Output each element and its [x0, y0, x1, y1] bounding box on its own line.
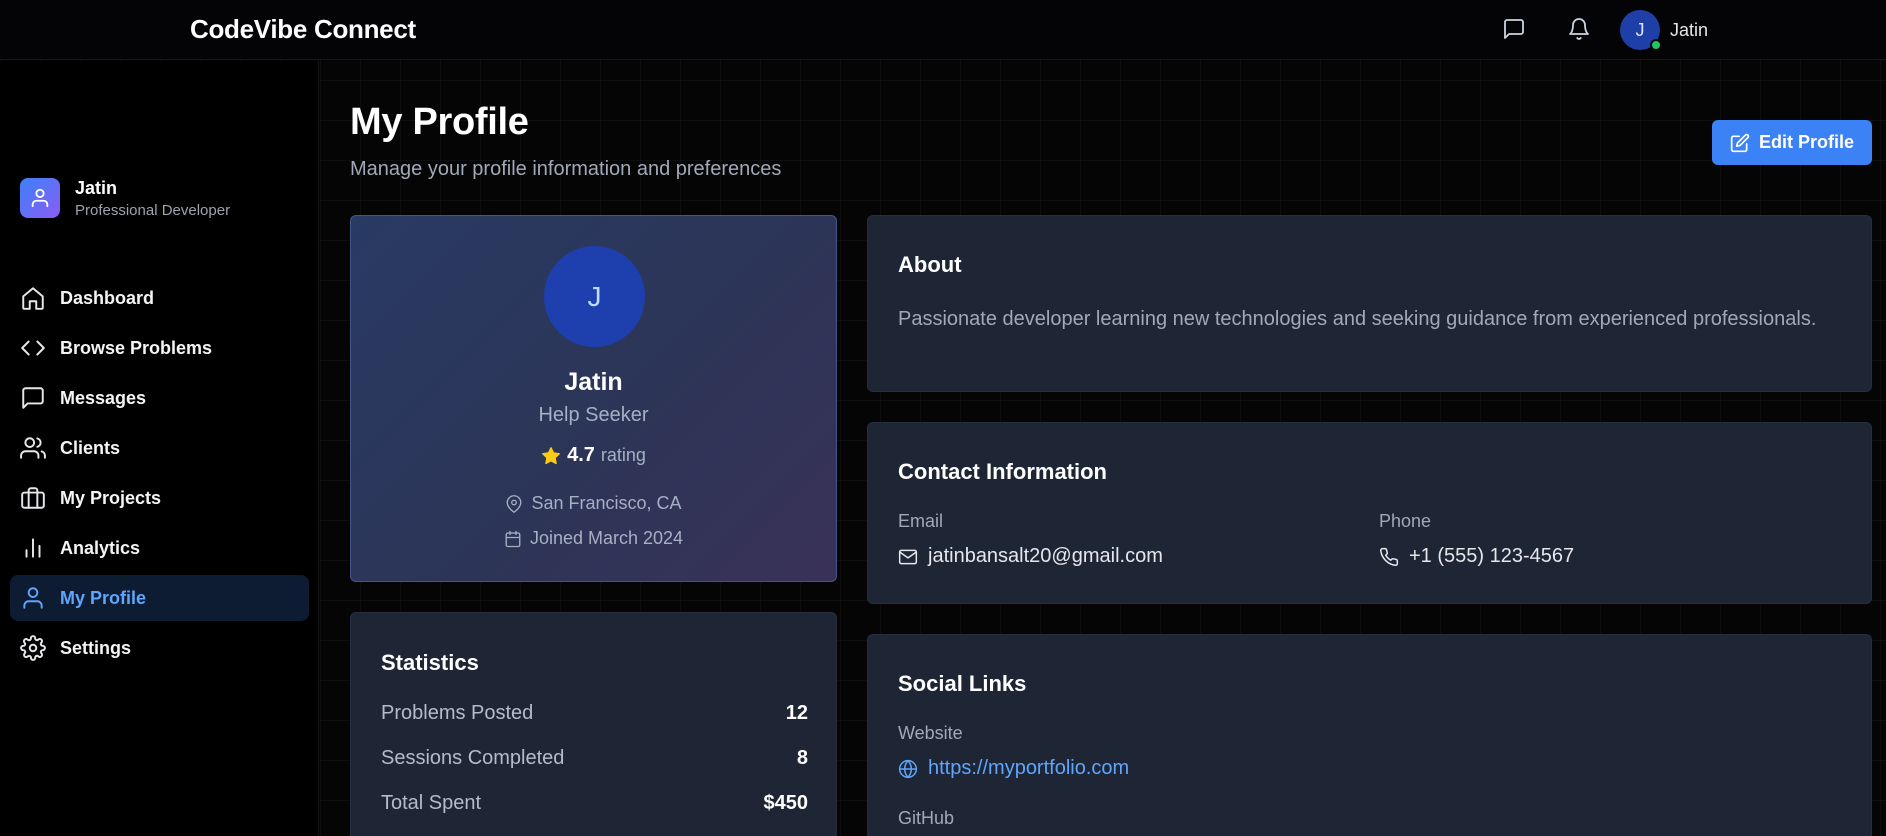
- website-label: Website: [898, 723, 963, 743]
- stat-row: Total Spent $450: [381, 792, 808, 818]
- code-icon: [20, 335, 46, 361]
- stat-value: $450: [763, 792, 809, 814]
- mail-icon: [898, 547, 918, 567]
- bell-icon[interactable]: [1564, 14, 1594, 44]
- globe-icon: [898, 759, 918, 779]
- users-icon: [20, 435, 46, 461]
- sidebar-item-label: My Profile: [60, 588, 147, 608]
- social-heading: Social Links: [898, 671, 1027, 696]
- social-links-card: Social Links Website https://myportfolio…: [867, 634, 1872, 836]
- profile-avatar: J: [544, 246, 645, 347]
- sidebar-item-label: Settings: [60, 638, 132, 658]
- top-bar: CodeVibe Connect J Jatin: [0, 0, 1886, 60]
- email-value[interactable]: jatinbansalt20@gmail.com: [898, 545, 1163, 568]
- edit-profile-label: Edit Profile: [1758, 132, 1854, 152]
- sidebar-user-role: Professional Developer: [75, 202, 231, 219]
- rating-label: rating: [600, 445, 646, 465]
- stat-row: Problems Posted 12: [381, 702, 808, 728]
- edit-profile-button[interactable]: Edit Profile: [1712, 120, 1872, 165]
- phone-text: +1 (555) 123-4567: [1409, 545, 1575, 567]
- sidebar-item-my-projects[interactable]: My Projects: [10, 475, 309, 521]
- github-label: GitHub: [898, 808, 955, 828]
- sidebar-item-settings[interactable]: Settings: [10, 625, 309, 671]
- sidebar-item-label: Clients: [60, 438, 121, 458]
- contact-heading: Contact Information: [898, 459, 1107, 484]
- sidebar-item-label: Dashboard: [60, 288, 155, 308]
- sidebar-item-clients[interactable]: Clients: [10, 425, 309, 471]
- about-card: About Passionate developer learning new …: [867, 215, 1872, 392]
- sidebar-item-dashboard[interactable]: Dashboard: [10, 275, 309, 321]
- settings-icon: [20, 635, 46, 661]
- profile-name: Jatin: [564, 368, 623, 396]
- sidebar-item-browse-problems[interactable]: Browse Problems: [10, 325, 309, 371]
- profile-avatar-initial: J: [587, 280, 602, 312]
- email-text: jatinbansalt20@gmail.com: [928, 545, 1163, 567]
- joined-text: Joined March 2024: [529, 528, 684, 548]
- about-heading: About: [898, 252, 962, 277]
- star-icon: [541, 446, 561, 466]
- phone-label: Phone: [1379, 511, 1432, 531]
- website-link[interactable]: https://myportfolio.com: [898, 757, 1129, 780]
- user-icon: [31, 188, 49, 208]
- online-status-dot: [1650, 39, 1662, 51]
- sidebar-item-analytics[interactable]: Analytics: [10, 525, 309, 571]
- brand-title[interactable]: CodeVibe Connect: [190, 14, 416, 45]
- sidebar-user-avatar: [20, 178, 60, 218]
- page-title: My Profile: [350, 101, 529, 143]
- sidebar-item-messages[interactable]: Messages: [10, 375, 309, 421]
- edit-icon: [1730, 133, 1750, 153]
- stat-row: Sessions Completed 8: [381, 747, 808, 773]
- profile-joined: Joined March 2024: [351, 528, 836, 549]
- message-square-icon: [20, 385, 46, 411]
- page-subtitle: Manage your profile information and pref…: [350, 158, 782, 180]
- map-pin-icon: [505, 494, 523, 513]
- avatar-initial: J: [1635, 19, 1645, 40]
- home-icon: [20, 285, 46, 311]
- stat-value: 8: [796, 747, 808, 769]
- location-text: San Francisco, CA: [531, 493, 682, 513]
- statistics-card: Statistics Problems Posted 12 Sessions C…: [350, 612, 837, 836]
- about-text: Passionate developer learning new techno…: [898, 308, 1817, 330]
- statistics-heading: Statistics: [381, 650, 479, 675]
- calendar-icon: [504, 530, 522, 548]
- sidebar-user-name: Jatin: [75, 178, 118, 198]
- profile-card: J Jatin Help Seeker 4.7 rating San Franc…: [350, 215, 837, 582]
- sidebar-item-label: Analytics: [60, 538, 141, 558]
- email-label: Email: [898, 511, 944, 531]
- stat-label: Sessions Completed: [381, 747, 565, 769]
- sidebar-nav: Dashboard Browse Problems Messages Clien…: [10, 275, 309, 675]
- sidebar-item-my-profile[interactable]: My Profile: [10, 575, 309, 621]
- phone-value[interactable]: +1 (555) 123-4567: [1379, 545, 1574, 568]
- user-icon: [20, 585, 46, 611]
- header-username[interactable]: Jatin: [1670, 20, 1708, 41]
- messages-icon[interactable]: [1499, 14, 1529, 44]
- stat-value: 12: [785, 702, 808, 724]
- stat-label: Total Spent: [381, 792, 482, 814]
- profile-location: San Francisco, CA: [351, 493, 836, 514]
- website-url: https://myportfolio.com: [928, 757, 1130, 779]
- profile-rating: 4.7 rating: [351, 444, 836, 467]
- rating-value: 4.7: [567, 444, 595, 466]
- briefcase-icon: [20, 485, 46, 511]
- sidebar-item-label: Browse Problems: [60, 338, 213, 358]
- user-avatar[interactable]: J: [1620, 10, 1662, 51]
- phone-icon: [1379, 547, 1399, 567]
- stat-label: Problems Posted: [381, 702, 534, 724]
- profile-role: Help Seeker: [538, 404, 649, 426]
- sidebar-item-label: My Projects: [60, 488, 162, 508]
- contact-card: Contact Information Email jatinbansalt20…: [867, 422, 1872, 604]
- bar-chart-icon: [20, 535, 46, 561]
- sidebar-item-label: Messages: [60, 388, 147, 408]
